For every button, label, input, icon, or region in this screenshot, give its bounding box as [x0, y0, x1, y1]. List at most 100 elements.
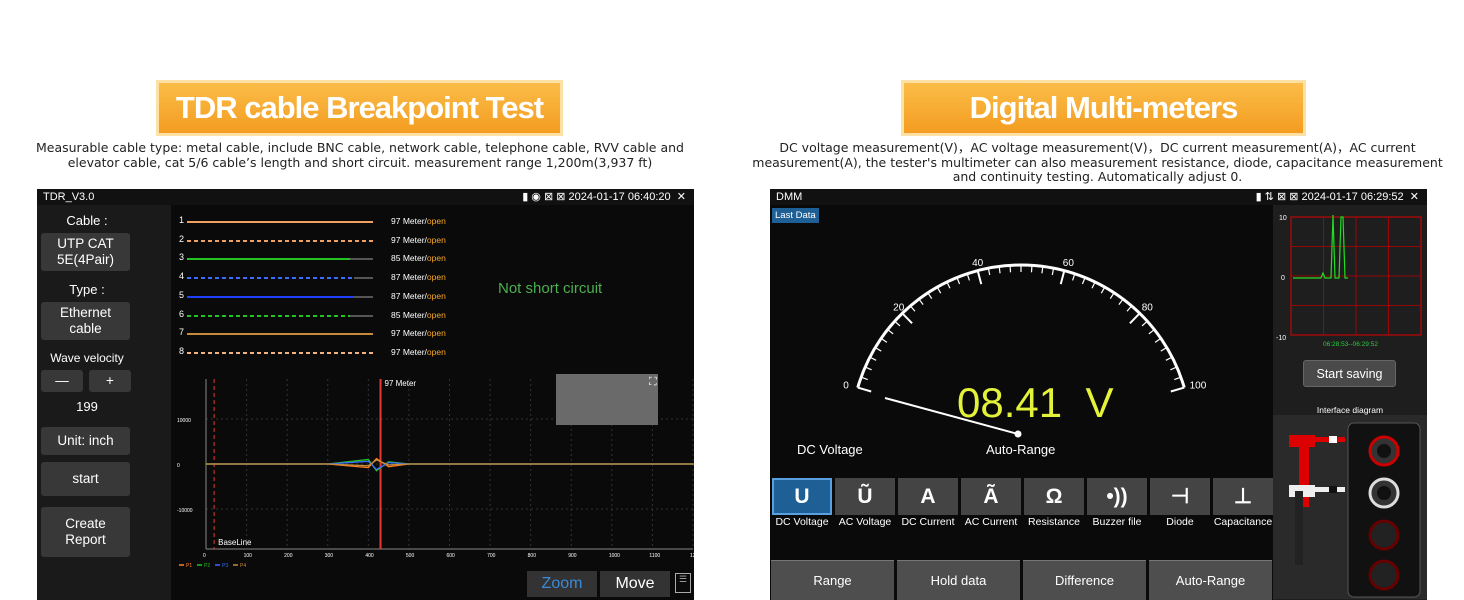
y-tick: 0	[177, 463, 180, 469]
pair-line-rest	[349, 314, 373, 317]
function-label: AC Voltage	[838, 516, 892, 528]
function-label: DC Current	[901, 516, 955, 528]
pair-line	[187, 333, 373, 336]
cable-label: Cable :	[66, 213, 108, 228]
legend-label: P1	[186, 563, 192, 569]
function-button-resistance[interactable]: Ω	[1024, 478, 1084, 515]
wave-velocity-value: 199	[76, 399, 98, 414]
function-button-ac-current[interactable]: Ã	[961, 478, 1021, 515]
pair-line	[187, 277, 354, 280]
gauge-tick: 60	[1063, 258, 1075, 269]
function-button-dc-voltage[interactable]: U	[772, 478, 832, 515]
function-label: Resistance	[1028, 516, 1080, 528]
zoom-preview[interactable]	[556, 374, 658, 425]
create-report-button[interactable]: Create Report	[41, 507, 130, 557]
pair-number: 5	[179, 289, 185, 300]
legend-label: P4	[240, 563, 246, 569]
y-tick: -10000	[177, 508, 193, 514]
report-icon[interactable]: ☰	[675, 573, 691, 593]
pair-value: 85 Meter/open	[391, 253, 446, 264]
interface-diagram	[1273, 415, 1427, 599]
function-button-buzzer-file[interactable]: •))	[1087, 478, 1147, 515]
tdr-sidebar: Cable : UTP CAT 5E(4Pair) Type : Ethernet…	[37, 205, 171, 600]
gauge-tick: 0	[843, 380, 849, 391]
close-icon[interactable]: ✕	[1410, 191, 1419, 203]
function-button-ac-voltage[interactable]: Ũ	[835, 478, 895, 515]
gauge-tick: 100	[1190, 380, 1207, 391]
mini-y-tick: 10	[1279, 215, 1287, 222]
gauge-tick: 80	[1142, 303, 1154, 314]
function-label: Buzzer file	[1092, 516, 1142, 528]
bottom-button-difference[interactable]: Difference	[1023, 560, 1146, 600]
pair-line-rest	[349, 258, 373, 261]
pair-value: 97 Meter/open	[391, 346, 446, 357]
move-button[interactable]: Move	[600, 571, 670, 597]
x-tick: 700	[487, 553, 496, 559]
start-button[interactable]: start	[41, 462, 130, 496]
side-panel: 10 0 -10 06:28:53--06:29:52 Start saving In…	[1273, 205, 1427, 600]
x-tick: 600	[447, 553, 456, 559]
zoom-button[interactable]: Zoom	[527, 571, 597, 597]
short-status: Not short circuit	[498, 280, 603, 297]
function-label: Diode	[1166, 516, 1194, 528]
minus-button[interactable]: —	[41, 370, 83, 392]
x-tick: 1200	[690, 553, 694, 559]
y-tick: 10000	[177, 418, 191, 424]
pair-value: 97 Meter/open	[391, 234, 446, 245]
function-label: DC Voltage	[775, 516, 829, 528]
dmm-screen: DMM ▮ ⇅ ⊠ ⊠ 2024-01-17 06:29:52 ✕ Last D…	[770, 189, 1427, 600]
bottom-button-auto-range[interactable]: Auto-Range	[1149, 560, 1272, 600]
pair-number: 2	[179, 233, 185, 244]
pair-number: 3	[179, 252, 185, 263]
tdr-description: Measurable cable type: metal cable, incl…	[35, 140, 684, 170]
x-tick: 800	[528, 553, 537, 559]
start-saving-button[interactable]: Start saving	[1303, 360, 1396, 387]
legend-label: P3	[222, 563, 228, 569]
function-label: AC Current	[964, 516, 1018, 528]
pair-number: 6	[179, 308, 185, 319]
x-tick: 500	[406, 553, 415, 559]
pair-number: 7	[179, 327, 185, 338]
mini-y-tick: 0	[1281, 275, 1285, 282]
fullscreen-icon[interactable]: ⛶	[649, 376, 657, 389]
status-bar: TDR_V3.0 ▮ ◉ ⊠ ⊠ 2024-01-17 06:40:20 ✕	[37, 189, 694, 205]
gauge-tick: 20	[893, 303, 905, 314]
x-tick: 300	[325, 553, 334, 559]
pair-value: 85 Meter/open	[391, 309, 446, 320]
baseline-label: BaseLine	[218, 538, 252, 547]
x-tick: 1100	[649, 553, 660, 559]
x-tick: 1000	[609, 553, 620, 559]
reading-display: 08.41 V	[957, 379, 1114, 426]
bottom-button-hold-data[interactable]: Hold data	[897, 560, 1020, 600]
dmm-description: DC voltage measurement(V)，AC voltage mea…	[752, 140, 1443, 184]
cable-select[interactable]: UTP CAT 5E(4Pair)	[41, 233, 130, 271]
function-button-capacitance[interactable]: ⊥	[1213, 478, 1273, 515]
cursor-label: 97 Meter	[385, 379, 417, 388]
mode-label: DC Voltage	[797, 442, 863, 457]
pair-line-rest	[353, 295, 373, 298]
close-icon[interactable]: ✕	[677, 191, 686, 203]
pair-number: 4	[179, 271, 185, 282]
x-tick: 0	[203, 553, 206, 559]
pair-line	[187, 314, 350, 317]
x-tick: 400	[365, 553, 374, 559]
bottom-button-range[interactable]: Range	[771, 560, 894, 600]
type-select[interactable]: Ethernet cable	[41, 302, 130, 340]
mini-time-range: 06:28:53--06:29:52	[1323, 341, 1378, 348]
pair-line	[187, 258, 350, 261]
plus-button[interactable]: +	[89, 370, 131, 392]
legend-label: P2	[204, 563, 210, 569]
x-tick: 100	[244, 553, 253, 559]
pair-value: 87 Meter/open	[391, 290, 446, 301]
unit-button[interactable]: Unit: inch	[41, 427, 130, 455]
pair-line	[187, 221, 373, 223]
gauge: 0 20 40 60 80 100	[843, 258, 1207, 438]
pair-value: 97 Meter/open	[391, 216, 446, 226]
function-button-diode[interactable]: ⊣	[1150, 478, 1210, 515]
gauge-tick: 40	[972, 258, 984, 269]
pair-value: 97 Meter/open	[391, 328, 446, 339]
status-bar: DMM ▮ ⇅ ⊠ ⊠ 2024-01-17 06:29:52 ✕	[770, 189, 1427, 205]
function-button-dc-current[interactable]: A	[898, 478, 958, 515]
x-tick: 200	[284, 553, 293, 559]
pair-line	[187, 295, 354, 298]
